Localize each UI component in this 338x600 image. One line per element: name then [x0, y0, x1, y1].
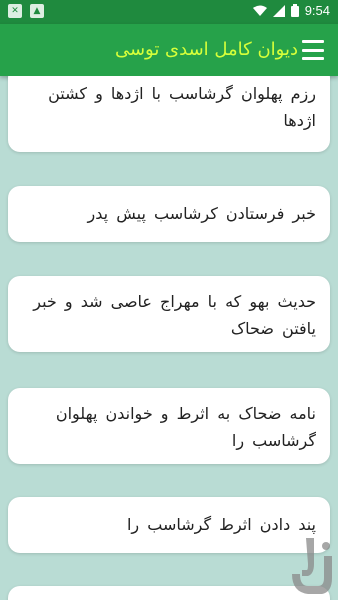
page-title: دیوان کامل اسدی توسی — [114, 39, 298, 60]
blocked-icon: ✕ — [8, 4, 22, 18]
wifi-icon — [252, 5, 267, 16]
list-item-label: پند دادن اثرط گرشاسب را — [126, 515, 316, 534]
hamburger-menu-icon[interactable] — [302, 40, 324, 60]
list-item[interactable]: نامه ضحاک به اثرط و خواندن پهلوان گرشاسب… — [8, 388, 330, 464]
signal-icon — [272, 4, 285, 17]
list-item-label: رزم پهلوان گرشاسب با اژدها و کشتن اژدها — [48, 84, 316, 130]
battery-icon — [290, 4, 299, 17]
status-bar: ✕ ▲ 9:54 — [0, 0, 338, 24]
list-item[interactable]: پند دادن اثرط گرشاسب را — [8, 497, 330, 553]
app-bar: دیوان کامل اسدی توسی — [0, 24, 338, 76]
list-item[interactable]: خبر فرستادن کرشاسب پیش پدر — [8, 186, 330, 242]
image-icon: ▲ — [30, 4, 44, 18]
list-item-label: خبر فرستادن کرشاسب پیش پدر — [87, 204, 316, 223]
list-item-label: حدیث بهو که با مهراج عاصی شد و خبر یافتن… — [33, 292, 316, 338]
list-item-label: نامه ضحاک به اثرط و خواندن پهلوان گرشاسب… — [55, 404, 316, 450]
list-item[interactable]: رزم پهلوان گرشاسب با اژدها و کشتن اژدها — [8, 76, 330, 152]
status-time: 9:54 — [304, 3, 330, 18]
chapter-list: رزم پهلوان گرشاسب با اژدها و کشتن اژدها … — [0, 76, 338, 600]
list-item[interactable] — [8, 586, 330, 600]
watermark-logo-icon — [292, 538, 332, 594]
list-item[interactable]: حدیث بهو که با مهراج عاصی شد و خبر یافتن… — [8, 276, 330, 352]
